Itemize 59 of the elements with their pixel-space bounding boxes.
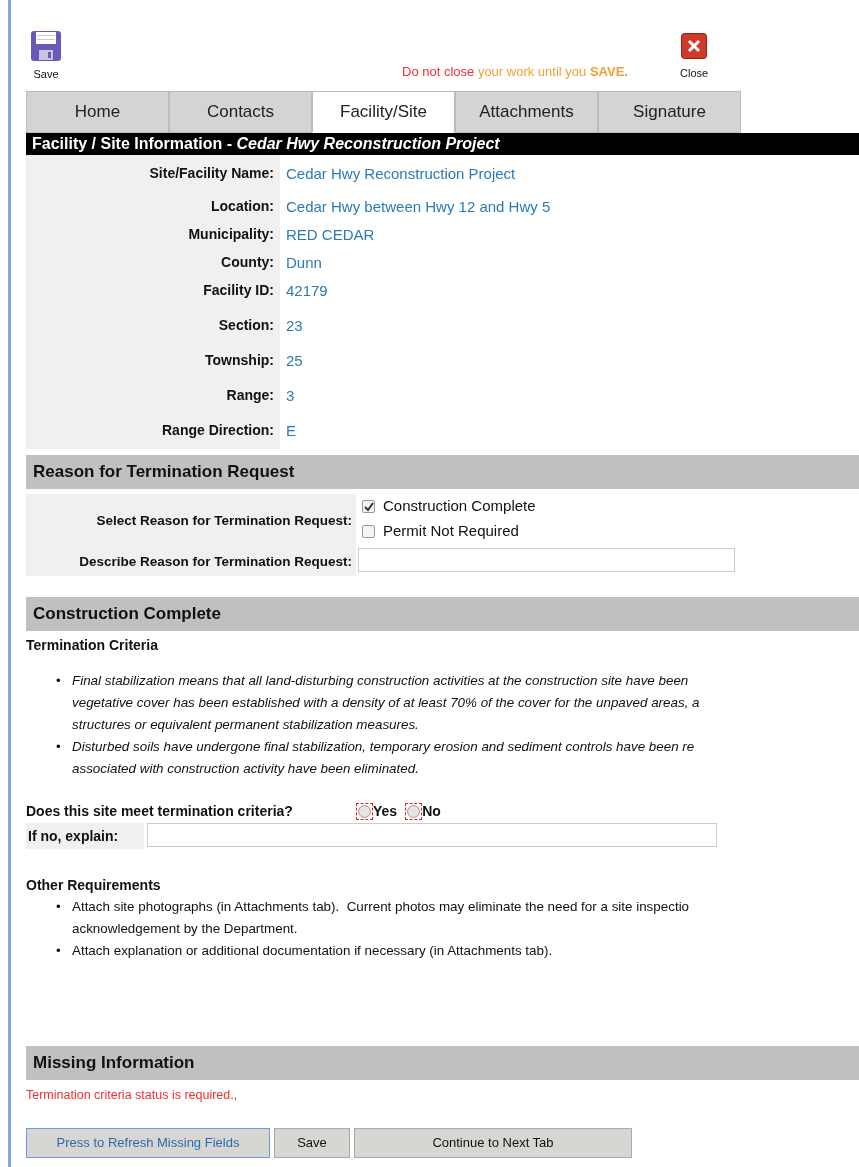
field-value: Dunn — [286, 254, 322, 271]
field-label: Range: — [226, 387, 274, 403]
subheading: Other Requirements — [26, 876, 162, 895]
field-label: Describe Reason for Termination Request: — [79, 552, 352, 571]
field-label: County: — [221, 254, 274, 270]
option-label: Yes — [373, 801, 398, 821]
checkbox[interactable] — [362, 525, 375, 538]
button[interactable]: Press to Refresh Missing Fields — [26, 1127, 270, 1158]
close-button[interactable]: Close — [680, 33, 709, 82]
option-label: Construction Complete — [383, 496, 536, 517]
field-label: Facility ID: — [203, 282, 274, 298]
option-label: Permit Not Required — [383, 521, 519, 542]
save-button[interactable]: Save — [30, 30, 62, 83]
field-value: RED CEDAR — [286, 226, 375, 243]
field-label: Township: — [205, 352, 274, 368]
section-title: Facility / Site Information - Cedar Hwy Reconstruction Project — [26, 133, 859, 155]
field-value: 25 — [286, 352, 303, 369]
field-label: Range Direction: — [162, 422, 274, 438]
radio-button[interactable] — [405, 802, 423, 820]
button[interactable]: Save — [274, 1127, 350, 1158]
tab[interactable]: Signature — [598, 91, 741, 133]
checkbox[interactable] — [362, 500, 375, 513]
field-value: Cedar Hwy between Hwy 12 and Hwy 5 — [286, 198, 551, 215]
bullet-marker: • — [56, 672, 62, 690]
field-value: 42179 — [286, 282, 328, 299]
field-label: Select Reason for Termination Request: — [96, 511, 352, 530]
save-warning: Do not close your work until you SAVE. — [402, 63, 628, 81]
error-message: Termination criteria status is required., — [26, 1087, 239, 1104]
button[interactable]: Continue to Next Tab — [354, 1127, 632, 1158]
bullet-text: Attach explanation or additional documentation if necessary (in Attachments tab). — [72, 942, 553, 960]
bullet-text: Final stabilization means that all land-disturbing construction activities at the construction site have been vegetative cover has been established with a density of at least 70% of the cover for the unpaved areas, a structures or equivalent permanent stabilization measures. — [72, 672, 700, 734]
bullet-marker: • — [56, 898, 62, 916]
section-heading: Missing Information — [26, 1046, 859, 1080]
input-field[interactable] — [358, 548, 735, 572]
input-field[interactable] — [147, 823, 717, 847]
bullet-marker: • — [56, 738, 62, 756]
option-label: No — [422, 801, 441, 821]
bullet-text: Disturbed soils have undergone final stabilization, temporary erosion and sediment controls have been re associated with construction activity have been eliminated. — [72, 738, 695, 778]
tab[interactable]: Facility/Site — [312, 91, 455, 133]
field-label: Municipality: — [188, 226, 274, 242]
field-value: Cedar Hwy Reconstruction Project — [286, 165, 516, 182]
section-heading: Reason for Termination Request — [26, 455, 859, 489]
tab[interactable]: Attachments — [455, 91, 598, 133]
field-label: Site/Facility Name: — [149, 165, 274, 181]
field-value: 3 — [286, 387, 295, 404]
subheading: Termination Criteria — [26, 636, 159, 655]
section-heading: Construction Complete — [26, 597, 859, 631]
bullet-marker: • — [56, 942, 62, 960]
question-text: Does this site meet termination criteria? — [26, 801, 294, 821]
field-label: Location: — [211, 198, 274, 214]
radio-button[interactable] — [356, 802, 373, 820]
field-value: 23 — [286, 317, 303, 334]
field-label: Section: — [218, 317, 274, 333]
bullet-text: Attach site photographs (in Attachments tab). Current photos may eliminate the need for a site inspectio acknowledgement by the Department. — [72, 898, 690, 938]
close-icon — [681, 33, 708, 59]
field-label: If no, explain: — [28, 826, 119, 846]
tab[interactable]: Contacts — [169, 91, 312, 133]
field-value: E — [286, 422, 296, 439]
tab[interactable]: Home — [26, 91, 169, 133]
